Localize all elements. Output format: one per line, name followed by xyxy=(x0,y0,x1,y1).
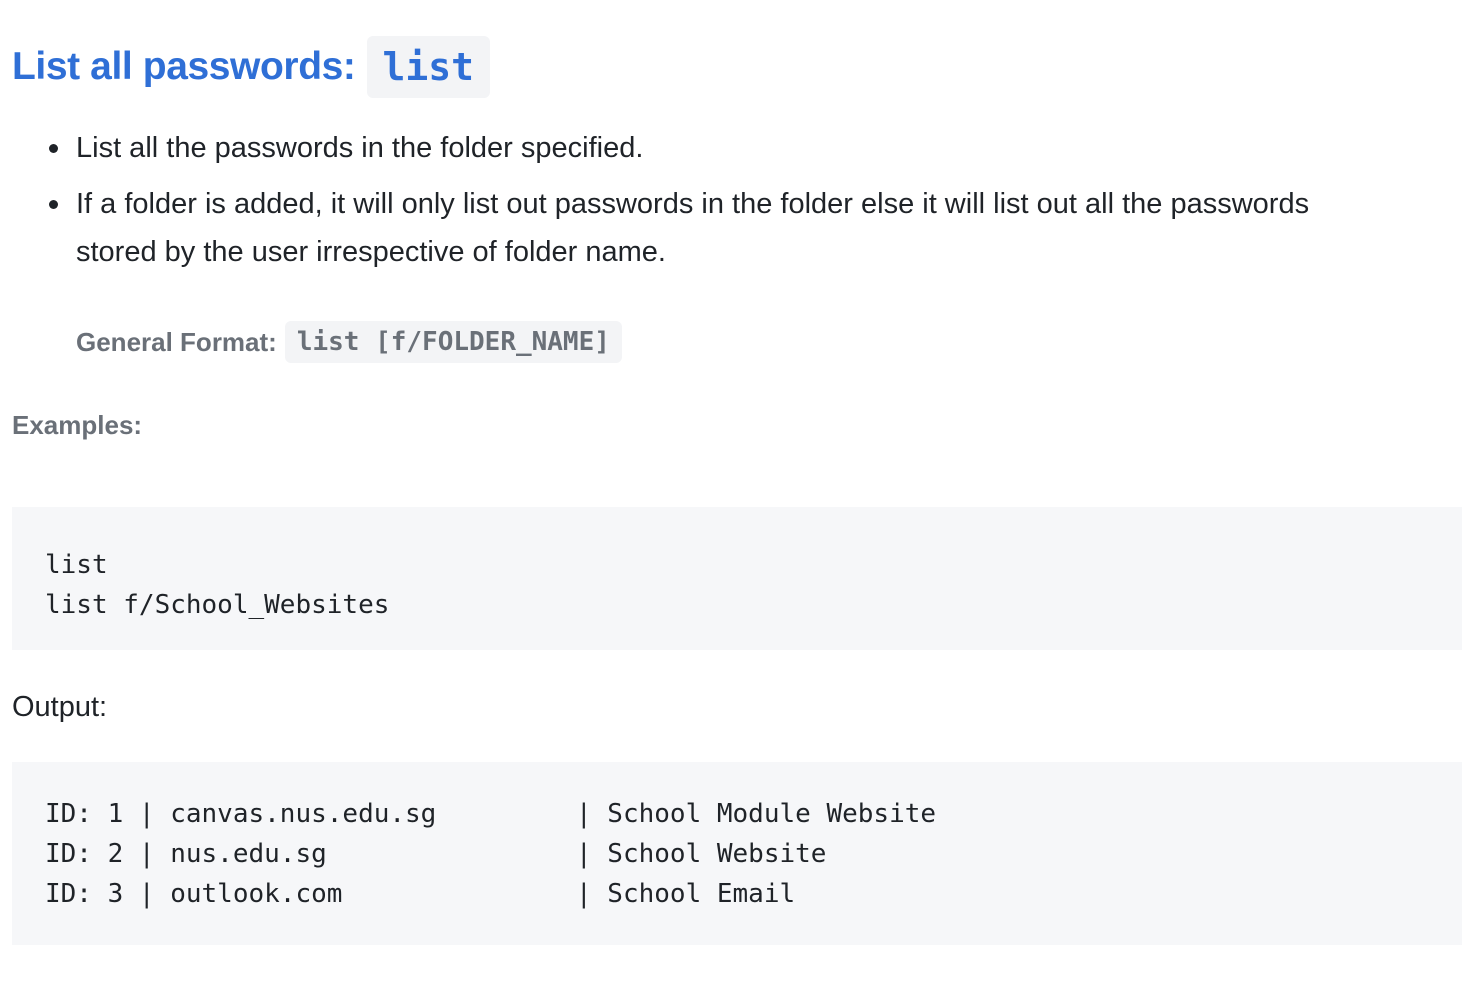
output-row-id-website: ID: 1 | canvas.nus.edu.sg xyxy=(45,799,437,829)
output-label: Output: xyxy=(12,691,108,723)
list-item-text: If a folder is added, it will only list … xyxy=(76,188,1310,220)
general-format-label: General Format: xyxy=(76,326,277,357)
list-item-text: List all the passwords in the folder spe… xyxy=(76,132,644,164)
general-format: General Format: list [f/FOLDER_NAME] xyxy=(76,321,622,363)
output-row: ID: 2 | nus.edu.sg | School Website xyxy=(45,834,1462,874)
code-line: list f/School_Websites xyxy=(45,590,390,620)
output-row: ID: 1 | canvas.nus.edu.sg | School Module… xyxy=(45,794,1462,834)
heading-text: List all passwords: xyxy=(12,45,356,88)
output-row-description: | School Website xyxy=(576,839,827,869)
output-row-id-website: ID: 2 | nus.edu.sg xyxy=(45,839,327,869)
description-list: List all the passwords in the folder spe… xyxy=(46,124,1462,276)
code-line: list xyxy=(45,550,108,580)
output-row: ID: 3 | outlook.com | School Email xyxy=(45,874,1462,914)
output-code-block: ID: 1 | canvas.nus.edu.sg | School Module… xyxy=(12,762,1462,945)
document-page: List all passwords: list List all the pa… xyxy=(12,0,1462,988)
output-row-description: | School Email xyxy=(576,879,796,909)
examples-code-block: list list f/School_Websites xyxy=(12,507,1462,650)
section-heading: List all passwords: list xyxy=(12,36,491,98)
examples-label: Examples: xyxy=(12,410,143,440)
output-row-description: | School Module Website xyxy=(576,799,937,829)
list-item: If a folder is added, it will only list … xyxy=(46,180,1462,276)
list-item: List all the passwords in the folder spe… xyxy=(46,124,1462,172)
output-row-id-website: ID: 3 | outlook.com xyxy=(45,879,343,909)
general-format-code: list [f/FOLDER_NAME] xyxy=(284,321,622,363)
heading-command-code: list xyxy=(366,36,491,98)
list-item-text-continued: stored by the user irrespective of folde… xyxy=(76,236,666,268)
